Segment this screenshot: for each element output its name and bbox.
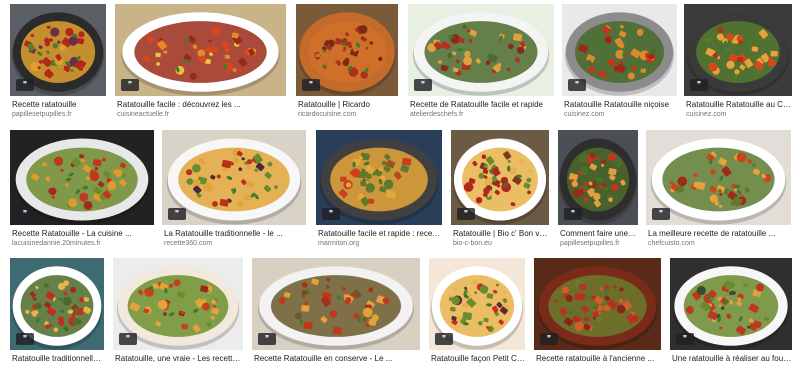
recipe-badge-icon: ❞ xyxy=(16,79,34,91)
result-title[interactable]: Ratatouille Ratatouille niçoise xyxy=(564,99,677,110)
result-title[interactable]: Recette ratatouille à l'ancienne ... xyxy=(536,353,661,364)
image-result-card[interactable]: ❞ Ratatouille facile et rapide : recette … xyxy=(316,130,442,251)
result-thumbnail[interactable]: ❞ xyxy=(562,4,677,96)
result-source: atelierdeschefs.fr xyxy=(410,111,464,118)
result-source: lacuisinedannie.20minutes.fr xyxy=(12,240,101,247)
result-source: recette360.com xyxy=(164,240,213,247)
result-thumbnail[interactable]: ❞ xyxy=(534,258,661,350)
recipe-badge-icon: ❞ xyxy=(652,208,670,220)
result-title[interactable]: Ratatouille facile et rapide : recette .… xyxy=(318,228,442,239)
result-source: cuisinez.com xyxy=(564,111,605,118)
recipe-badge-icon: ❞ xyxy=(457,208,475,220)
result-source: marmiton.org xyxy=(318,240,360,247)
result-source: papillesetpupilles.fr xyxy=(12,111,72,118)
recipe-badge-icon: ❞ xyxy=(16,208,34,220)
recipe-badge-icon: ❞ xyxy=(435,333,453,345)
result-source: cuisineactuelle.fr xyxy=(117,111,170,118)
image-result-card[interactable]: ❞ Recette Ratatouille en conserve - Le ..… xyxy=(252,258,420,376)
result-source: papillesetpupilles.fr xyxy=(560,240,620,247)
result-thumbnail[interactable]: ❞ xyxy=(451,130,549,225)
image-result-card[interactable]: ❞ Recette de Ratatouille facile et rapide… xyxy=(408,4,554,122)
recipe-badge-icon: ❞ xyxy=(568,79,586,91)
result-thumbnail[interactable]: ❞ xyxy=(10,258,104,350)
recipe-badge-icon: ❞ xyxy=(119,333,137,345)
recipe-badge-icon: ❞ xyxy=(121,79,139,91)
result-thumbnail[interactable]: ❞ xyxy=(670,258,792,350)
result-title[interactable]: Ratatouille | Bio c' Bon votre ... xyxy=(453,228,549,239)
result-title[interactable]: Recette Ratatouille - La cuisine ... xyxy=(12,228,154,239)
image-result-card[interactable]: ❞ Ratatouille | Bio c' Bon votre ...bio-c… xyxy=(451,130,549,251)
recipe-badge-icon: ❞ xyxy=(564,208,582,220)
result-thumbnail[interactable]: ❞ xyxy=(162,130,306,225)
image-result-card[interactable]: ❞ La Ratatouille traditionnelle - le ... r… xyxy=(162,130,306,251)
image-result-card[interactable]: ❞ Ratatouille, une vraie - Les recettes .… xyxy=(113,258,243,376)
result-title[interactable]: Ratatouille Ratatouille au Cookeo xyxy=(686,99,792,110)
result-title[interactable]: La meilleure recette de ratatouille ... xyxy=(648,228,791,239)
result-title[interactable]: Une ratatouille à réaliser au four - La … xyxy=(672,353,792,364)
image-result-card[interactable]: ❞ Une ratatouille à réaliser au four - La… xyxy=(670,258,792,376)
result-thumbnail[interactable]: ❞ xyxy=(113,258,243,350)
image-results-grid: ❞ Recette ratatouille papillesetpupilles.f… xyxy=(0,0,800,368)
image-result-card[interactable]: ❞ Recette ratatouille à l'ancienne ... xyxy=(534,258,661,376)
image-result-card[interactable]: ❞ Ratatouille traditionnelle : dé... xyxy=(10,258,104,376)
image-result-card[interactable]: ❞ Ratatouille Ratatouille au Cookeocuisin… xyxy=(684,4,792,122)
result-title[interactable]: Recette Ratatouille en conserve - Le ... xyxy=(254,353,420,364)
recipe-badge-icon: ❞ xyxy=(16,333,34,345)
result-title[interactable]: Recette de Ratatouille facile et rapide xyxy=(410,99,554,110)
result-thumbnail[interactable]: ❞ xyxy=(684,4,792,96)
result-source: ricardocuisine.com xyxy=(298,111,357,118)
result-title[interactable]: Recette ratatouille xyxy=(12,99,106,110)
recipe-badge-icon: ❞ xyxy=(258,333,276,345)
image-result-card[interactable]: ❞ Comment faire une rat... papillesetpupil… xyxy=(558,130,638,251)
result-title[interactable]: Comment faire une rat... xyxy=(560,228,638,239)
result-title[interactable]: Ratatouille | Ricardo xyxy=(298,99,398,110)
recipe-badge-icon: ❞ xyxy=(676,333,694,345)
image-result-card[interactable]: ❞ Recette ratatouille papillesetpupilles.f… xyxy=(10,4,106,122)
result-thumbnail[interactable]: ❞ xyxy=(316,130,442,225)
recipe-badge-icon: ❞ xyxy=(302,79,320,91)
recipe-badge-icon: ❞ xyxy=(414,79,432,91)
result-title[interactable]: La Ratatouille traditionnelle - le ... xyxy=(164,228,306,239)
recipe-badge-icon: ❞ xyxy=(322,208,340,220)
result-title[interactable]: Ratatouille, une vraie - Les recettes ..… xyxy=(115,353,243,364)
result-thumbnail[interactable]: ❞ xyxy=(429,258,525,350)
recipe-badge-icon: ❞ xyxy=(690,79,708,91)
result-thumbnail[interactable]: ❞ xyxy=(252,258,420,350)
image-result-card[interactable]: ❞ Ratatouille façon Petit Chef : ... xyxy=(429,258,525,376)
result-thumbnail[interactable]: ❞ xyxy=(10,4,106,96)
result-source: chefcuisto.com xyxy=(648,240,695,247)
image-result-card[interactable]: ❞ La meilleure recette de ratatouille ...… xyxy=(646,130,791,251)
result-thumbnail[interactable]: ❞ xyxy=(10,130,154,225)
result-source: cuisinez.com xyxy=(686,111,727,118)
recipe-badge-icon: ❞ xyxy=(168,208,186,220)
result-source: bio-c-bon.eu xyxy=(453,240,492,247)
result-thumbnail[interactable]: ❞ xyxy=(296,4,398,96)
image-result-card[interactable]: ❞ Ratatouille | Ricardo ricardocuisine.com xyxy=(296,4,398,122)
image-result-card[interactable]: ❞ Ratatouille facile : découvrez les ... c… xyxy=(115,4,286,122)
result-title[interactable]: Ratatouille facile : découvrez les ... xyxy=(117,99,286,110)
recipe-badge-icon: ❞ xyxy=(540,333,558,345)
image-result-card[interactable]: ❞ Ratatouille Ratatouille niçoise cuisinez… xyxy=(562,4,677,122)
result-title[interactable]: Ratatouille traditionnelle : dé... xyxy=(12,353,104,364)
result-thumbnail[interactable]: ❞ xyxy=(408,4,554,96)
result-thumbnail[interactable]: ❞ xyxy=(115,4,286,96)
result-thumbnail[interactable]: ❞ xyxy=(646,130,791,225)
result-thumbnail[interactable]: ❞ xyxy=(558,130,638,225)
result-title[interactable]: Ratatouille façon Petit Chef : ... xyxy=(431,353,525,364)
image-result-card[interactable]: ❞ Recette Ratatouille - La cuisine ... lac… xyxy=(10,130,154,251)
